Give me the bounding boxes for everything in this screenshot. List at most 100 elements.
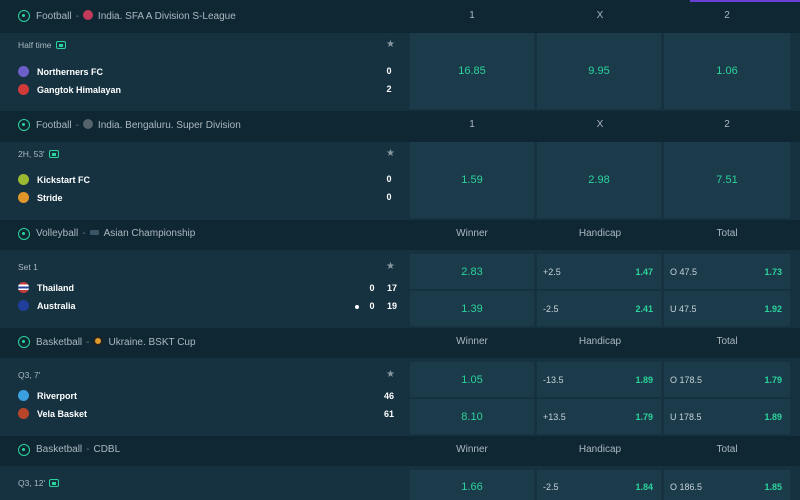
- column-header-total: Total: [716, 336, 738, 347]
- match-period: Half time: [18, 40, 66, 50]
- column-header-handicap: Handicap: [578, 444, 622, 455]
- odds-total-under[interactable]: U 178.5 1.89: [664, 399, 790, 434]
- column-header-x: X: [596, 119, 604, 130]
- score-home: 0: [386, 174, 392, 184]
- league-header[interactable]: Basketball - CDBL Winner Handicap Total: [0, 436, 800, 464]
- league-logo-icon: [82, 119, 93, 129]
- odds-total-over[interactable]: O 47.5 1.73: [664, 254, 790, 289]
- match-period: Set 1: [18, 262, 38, 272]
- column-header-winner: Winner: [456, 228, 488, 239]
- team-logo: [18, 174, 29, 185]
- score-away: 2: [386, 84, 392, 94]
- odds-winner-away[interactable]: 1.39: [410, 291, 534, 326]
- league-logo-icon: [93, 336, 104, 346]
- column-header-handicap: Handicap: [578, 228, 622, 239]
- favorite-star-icon[interactable]: ★: [386, 148, 395, 159]
- favorite-star-icon[interactable]: ★: [386, 261, 395, 272]
- team-logo: [18, 192, 29, 203]
- odds-total-over[interactable]: O 186.5 1.85: [664, 470, 790, 500]
- league-header[interactable]: Football - India. SFA A Division S-League …: [0, 2, 800, 30]
- team-away[interactable]: Stride: [18, 192, 63, 206]
- match-info[interactable]: Q3, 7' ★ Riverport 46 Vela Basket 61: [10, 358, 404, 436]
- column-header-x: X: [596, 10, 604, 21]
- league-name: Ukraine. BSKT Cup: [108, 337, 196, 348]
- league-flag-icon: [82, 10, 93, 20]
- live-stream-icon[interactable]: [48, 150, 59, 158]
- points-home: 17: [386, 283, 397, 293]
- match-row[interactable]: Set 1 ★ Thailand 0 17 Australia 0 19 2.8…: [0, 250, 800, 328]
- column-header-2: 2: [724, 10, 730, 21]
- match-row[interactable]: 2H, 53' ★ Kickstart FC 0 Stride 0 1.59 2…: [0, 142, 800, 220]
- match-info[interactable]: Half time ★ Northerners FC 0 Gangtok Him…: [10, 33, 404, 111]
- odds-handicap-home[interactable]: -2.5 1.84: [537, 470, 661, 500]
- odds-cell-1[interactable]: 16.85: [410, 33, 534, 109]
- team-away[interactable]: Australia: [18, 300, 76, 314]
- column-header-total: Total: [716, 228, 738, 239]
- team-home[interactable]: Riverport: [18, 390, 77, 404]
- team-home[interactable]: Thailand: [18, 282, 74, 296]
- odds-cell-2[interactable]: 1.06: [664, 33, 790, 109]
- team-flag: [18, 300, 29, 311]
- odds-total-under[interactable]: U 47.5 1.92: [664, 291, 790, 326]
- match-info[interactable]: 2H, 53' ★ Kickstart FC 0 Stride 0: [10, 142, 404, 220]
- league-name: India. SFA A Division S-League: [97, 11, 236, 22]
- set-score-away: 0: [369, 301, 375, 311]
- team-flag: [18, 282, 29, 293]
- match-info[interactable]: Q3, 12': [10, 466, 404, 500]
- odds-handicap-home[interactable]: -13.5 1.89: [537, 362, 661, 397]
- league-header[interactable]: Basketball - Ukraine. BSKT Cup Winner Hand…: [0, 328, 800, 356]
- team-away[interactable]: Vela Basket: [18, 408, 87, 422]
- points-away: 19: [386, 301, 397, 311]
- odds-cell-2[interactable]: 7.51: [664, 142, 790, 218]
- football-icon: [18, 10, 30, 22]
- favorite-star-icon[interactable]: ★: [386, 369, 395, 380]
- favorite-star-icon[interactable]: ★: [386, 39, 395, 50]
- column-header-2: 2: [724, 119, 730, 130]
- column-header-handicap: Handicap: [578, 336, 622, 347]
- match-row[interactable]: Half time ★ Northerners FC 0 Gangtok Him…: [0, 33, 800, 111]
- match-row[interactable]: Q3, 12' 1.66 -2.5 1.84 O 186.5 1.85: [0, 466, 800, 500]
- set-score-home: 0: [369, 283, 375, 293]
- score-away: 0: [386, 192, 392, 202]
- match-period: Q3, 12': [18, 478, 60, 488]
- score-home: 46: [383, 391, 394, 401]
- team-home[interactable]: Northerners FC: [18, 66, 103, 80]
- league-header[interactable]: Football - India. Bengaluru. Super Divisio…: [0, 111, 800, 139]
- team-logo: [18, 408, 29, 419]
- odds-winner-home[interactable]: 1.05: [410, 362, 534, 397]
- sport-name: Basketball: [36, 337, 83, 348]
- odds-winner-home[interactable]: 1.66: [410, 470, 534, 500]
- team-away[interactable]: Gangtok Himalayan: [18, 84, 121, 98]
- league-name: India. Bengaluru. Super Division: [97, 120, 241, 131]
- live-stream-icon[interactable]: [49, 479, 60, 487]
- match-period: 2H, 53': [18, 149, 59, 159]
- basketball-icon: [18, 444, 30, 456]
- odds-handicap-home[interactable]: +2.5 1.47: [537, 254, 661, 289]
- volleyball-icon: [18, 228, 30, 240]
- column-header-winner: Winner: [456, 444, 488, 455]
- serve-indicator: [355, 305, 359, 309]
- sport-name: Football: [36, 120, 72, 131]
- score-home: 0: [386, 66, 392, 76]
- team-logo: [18, 66, 29, 77]
- league-header[interactable]: Volleyball - Asian Championship Winner Han…: [0, 220, 800, 248]
- sport-name: Volleyball: [36, 228, 79, 239]
- odds-cell-x[interactable]: 9.95: [537, 33, 661, 109]
- odds-winner-home[interactable]: 2.83: [410, 254, 534, 289]
- match-row[interactable]: Q3, 7' ★ Riverport 46 Vela Basket 61 1.0…: [0, 358, 800, 436]
- column-header-winner: Winner: [456, 336, 488, 347]
- column-header-1: 1: [469, 119, 475, 130]
- odds-cell-1[interactable]: 1.59: [410, 142, 534, 218]
- sport-name: Football: [36, 11, 72, 22]
- odds-handicap-away[interactable]: +13.5 1.79: [537, 399, 661, 434]
- match-info[interactable]: Set 1 ★ Thailand 0 17 Australia 0 19: [10, 250, 404, 328]
- odds-winner-away[interactable]: 8.10: [410, 399, 534, 434]
- odds-total-over[interactable]: O 178.5 1.79: [664, 362, 790, 397]
- sport-name: Basketball: [36, 444, 83, 455]
- team-home[interactable]: Kickstart FC: [18, 174, 90, 188]
- odds-cell-x[interactable]: 2.98: [537, 142, 661, 218]
- live-stream-icon[interactable]: [55, 41, 66, 49]
- football-icon: [18, 119, 30, 131]
- odds-handicap-away[interactable]: -2.5 2.41: [537, 291, 661, 326]
- team-logo: [18, 84, 29, 95]
